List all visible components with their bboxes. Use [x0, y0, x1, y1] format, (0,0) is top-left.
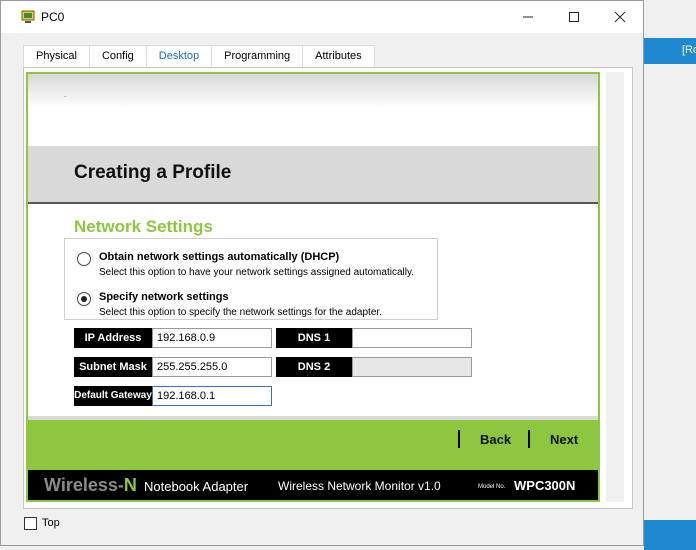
close-button[interactable] — [597, 1, 643, 33]
top-checkbox[interactable] — [24, 517, 37, 530]
network-options-box: Obtain network settings automatically (D… — [64, 238, 438, 320]
brand-prefix: Wireless- — [44, 475, 124, 495]
top-label: Top — [42, 517, 60, 529]
background-app-bottom — [644, 520, 696, 550]
navigation-bar: Back Next — [28, 416, 598, 474]
page-title: Creating a Profile — [74, 162, 232, 183]
decorative-dot: . — [64, 90, 67, 99]
minimize-button[interactable] — [505, 1, 551, 33]
dns1-label: DNS 1 — [276, 328, 352, 348]
panel-scrollbar[interactable] — [606, 72, 624, 502]
back-button[interactable]: Back — [480, 432, 511, 447]
dhcp-option-title: Obtain network settings automatically (D… — [99, 251, 340, 263]
pc-app-icon — [21, 10, 35, 23]
header-band: Creating a Profile — [28, 146, 598, 204]
static-option-title: Specify network settings — [99, 291, 229, 303]
top-shadow — [28, 74, 598, 108]
model-prefix: Model No. — [478, 484, 506, 490]
dns1-input[interactable] — [352, 328, 472, 348]
monitor-version: Wireless Network Monitor v1.0 — [278, 479, 441, 493]
model-number: WPC300N — [514, 478, 576, 493]
tab-physical[interactable]: Physical — [23, 45, 90, 67]
wireless-monitor-app: . Creating a Profile Network Settings Ob… — [26, 72, 600, 502]
static-option-desc: Select this option to specify the networ… — [99, 307, 382, 318]
product-name: Notebook Adapter — [144, 479, 249, 494]
window-title: PC0 — [41, 10, 65, 24]
background-app-label: [Ro — [682, 44, 696, 56]
dns2-input — [352, 357, 472, 377]
dhcp-option-desc: Select this option to have your network … — [99, 267, 414, 278]
dhcp-radio[interactable] — [77, 252, 91, 266]
next-separator — [528, 430, 530, 448]
subnet-mask-input[interactable]: 255.255.255.0 — [152, 357, 272, 377]
maximize-button[interactable] — [551, 1, 597, 33]
default-gateway-label: Default Gateway — [74, 386, 152, 406]
pc-window: PC0 Physical Config Desktop Programming … — [0, 0, 644, 546]
static-radio[interactable] — [77, 292, 91, 306]
tab-config[interactable]: Config — [88, 45, 147, 67]
minimize-icon — [523, 16, 533, 18]
desktop-panel: . Creating a Profile Network Settings Ob… — [23, 67, 633, 509]
tab-programming[interactable]: Programming — [211, 45, 304, 67]
tab-strip: Physical Config Desktop Programming Attr… — [23, 45, 375, 69]
footer-bar: Wireless-N Notebook Adapter Wireless Net… — [28, 470, 598, 500]
brand-suffix: N — [123, 475, 137, 495]
close-icon — [614, 11, 626, 23]
background-app-strip: [Ro — [644, 38, 696, 64]
dns2-label: DNS 2 — [276, 357, 352, 377]
default-gateway-input[interactable]: 192.168.0.1 — [152, 386, 272, 406]
maximize-icon — [569, 12, 579, 22]
ip-address-label: IP Address — [74, 328, 152, 348]
tab-desktop[interactable]: Desktop — [145, 45, 213, 69]
subnet-mask-label: Subnet Mask — [74, 357, 152, 377]
back-separator — [458, 430, 460, 448]
brand-logo: Wireless-N — [44, 475, 137, 496]
tab-attributes[interactable]: Attributes — [302, 45, 375, 67]
section-title: Network Settings — [74, 217, 213, 236]
title-bar[interactable]: PC0 — [1, 1, 643, 33]
ip-address-input[interactable]: 192.168.0.9 — [152, 328, 272, 348]
next-button[interactable]: Next — [550, 432, 578, 447]
